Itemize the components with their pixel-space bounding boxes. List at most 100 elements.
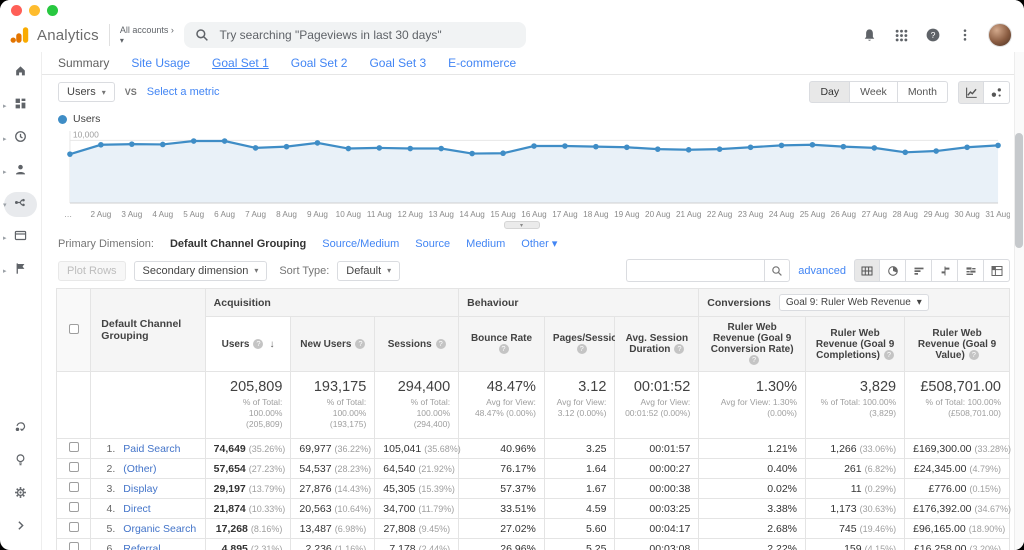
sidebar-item-realtime[interactable]: ▸ <box>0 122 41 155</box>
percentage-view-icon[interactable] <box>880 259 906 282</box>
expand-arrow-icon[interactable]: ▾ <box>3 201 7 209</box>
help-badge-icon[interactable]: ? <box>577 344 587 354</box>
dimension-column-header[interactable]: Default Channel Grouping <box>91 289 205 372</box>
help-badge-icon[interactable]: ? <box>749 355 759 365</box>
sidebar-item-collapse[interactable] <box>0 511 41 544</box>
row-checkbox[interactable] <box>69 542 79 550</box>
granularity-week-button[interactable]: Week <box>850 81 898 103</box>
granularity-month-button[interactable]: Month <box>898 81 948 103</box>
sessions-cell: 27,808(9.45%) <box>375 519 459 539</box>
account-switcher[interactable]: All accounts › ▾ <box>120 25 174 45</box>
column-header-session-duration[interactable]: Avg. Session Duration? <box>615 317 699 372</box>
column-header-new-users[interactable]: New Users? <box>291 317 375 372</box>
tab-goal-set-2[interactable]: Goal Set 2 <box>291 56 348 70</box>
goal-selector-dropdown[interactable]: Goal 9: Ruler Web Revenue ▾ <box>779 294 929 311</box>
row-checkbox[interactable] <box>69 462 79 472</box>
select-metric-link[interactable]: Select a metric <box>147 86 220 98</box>
expand-arrow-icon[interactable]: ▸ <box>3 135 7 143</box>
dimension-option-medium[interactable]: Medium <box>466 238 505 250</box>
global-search[interactable] <box>184 22 526 48</box>
term-cloud-view-icon[interactable] <box>958 259 984 282</box>
select-all-checkbox[interactable] <box>69 324 79 334</box>
line-chart-view-icon[interactable] <box>958 81 984 104</box>
realtime-icon <box>14 130 27 148</box>
avatar[interactable] <box>988 23 1012 47</box>
dimension-option-default-channel-grouping[interactable]: Default Channel Grouping <box>170 238 306 250</box>
column-header-users[interactable]: Users?↓ <box>205 317 291 372</box>
column-header-goal-value[interactable]: Ruler Web Revenue (Goal 9 Value)? <box>905 317 1010 372</box>
notifications-icon[interactable] <box>860 26 878 44</box>
column-header-pages-session[interactable]: Pages/Session? <box>544 317 615 372</box>
search-input[interactable] <box>219 28 515 42</box>
sidebar-item-admin[interactable] <box>0 478 41 511</box>
advanced-search-link[interactable]: advanced <box>798 265 846 277</box>
channel-link[interactable]: (Other) <box>123 463 156 475</box>
help-badge-icon[interactable]: ? <box>674 344 684 354</box>
sidebar-item-discover[interactable] <box>0 445 41 478</box>
column-header-sessions[interactable]: Sessions? <box>375 317 459 372</box>
sidebar-item-customization[interactable]: ▸ <box>0 89 41 122</box>
column-header-bounce-rate[interactable]: Bounce Rate? <box>459 317 545 372</box>
users-chart[interactable]: 5,00010,000…2 Aug3 Aug4 Aug5 Aug6 Aug7 A… <box>58 127 1010 225</box>
expand-arrow-icon[interactable]: ▸ <box>3 102 7 110</box>
zoom-window-button[interactable] <box>47 5 58 16</box>
tab-summary[interactable]: Summary <box>58 56 109 70</box>
help-badge-icon[interactable]: ? <box>499 344 509 354</box>
column-header-conversion-rate[interactable]: Ruler Web Revenue (Goal 9 Conversion Rat… <box>699 317 806 372</box>
row-checkbox[interactable] <box>69 522 79 532</box>
channel-link[interactable]: Paid Search <box>123 443 180 455</box>
sidebar-item-home[interactable] <box>0 56 41 89</box>
row-checkbox[interactable] <box>69 502 79 512</box>
sidebar-item-behaviour[interactable]: ▸ <box>0 221 41 254</box>
table-view-icon[interactable] <box>854 259 880 282</box>
sort-type-dropdown[interactable]: Default ▾ <box>337 261 400 281</box>
expand-arrow-icon[interactable]: ▸ <box>3 234 7 242</box>
close-window-button[interactable] <box>11 5 22 16</box>
tab-site-usage[interactable]: Site Usage <box>131 56 190 70</box>
more-icon[interactable] <box>956 26 974 44</box>
sidebar-item-conversions[interactable]: ▸ <box>0 254 41 287</box>
motion-chart-view-icon[interactable] <box>984 81 1010 104</box>
sidebar-item-acquisition[interactable]: ▾ <box>0 188 41 221</box>
pivot-view-icon[interactable] <box>984 259 1010 282</box>
analytics-logo[interactable]: Analytics <box>10 25 99 45</box>
tab-goal-set-3[interactable]: Goal Set 3 <box>369 56 426 70</box>
expand-arrow-icon[interactable]: ▸ <box>3 267 7 275</box>
dimension-option-source[interactable]: Source <box>415 238 450 250</box>
channel-link[interactable]: Referral <box>123 543 160 550</box>
table-search-input[interactable] <box>626 259 764 282</box>
column-header-completions[interactable]: Ruler Web Revenue (Goal 9 Completions)? <box>806 317 905 372</box>
table-search-button[interactable] <box>764 259 790 282</box>
channel-link[interactable]: Organic Search <box>123 523 196 535</box>
help-badge-icon[interactable]: ? <box>436 339 446 349</box>
tab-e-commerce[interactable]: E-commerce <box>448 56 516 70</box>
help-badge-icon[interactable]: ? <box>884 350 894 360</box>
sort-desc-icon: ↓ <box>269 339 274 350</box>
help-badge-icon[interactable]: ? <box>355 339 365 349</box>
chart-range-slider[interactable]: ▾ <box>504 221 540 229</box>
expand-arrow-icon[interactable]: ▸ <box>3 168 7 176</box>
row-checkbox[interactable] <box>69 482 79 492</box>
comparison-view-icon[interactable] <box>932 259 958 282</box>
sidebar-item-attribution[interactable] <box>0 412 41 445</box>
help-badge-icon[interactable]: ? <box>969 350 979 360</box>
channel-link[interactable]: Display <box>123 483 157 495</box>
vertical-scrollbar-track[interactable] <box>1014 52 1024 550</box>
minimize-window-button[interactable] <box>29 5 40 16</box>
dimension-option-other[interactable]: Other ▾ <box>521 237 557 250</box>
apps-grid-icon[interactable] <box>892 26 910 44</box>
channel-link[interactable]: Direct <box>123 503 150 515</box>
row-checkbox[interactable] <box>69 442 79 452</box>
help-badge-icon[interactable]: ? <box>253 339 263 349</box>
granularity-day-button[interactable]: Day <box>809 81 850 103</box>
primary-dimension-label: Primary Dimension: <box>58 238 154 250</box>
help-icon[interactable]: ? <box>924 26 942 44</box>
vertical-scrollbar-thumb[interactable] <box>1015 133 1023 248</box>
secondary-dimension-dropdown[interactable]: Secondary dimension ▾ <box>134 261 268 281</box>
metric-selector-dropdown[interactable]: Users ▾ <box>58 82 115 102</box>
performance-view-icon[interactable] <box>906 259 932 282</box>
plot-rows-button[interactable]: Plot Rows <box>58 261 126 281</box>
tab-goal-set-1[interactable]: Goal Set 1 <box>212 56 269 70</box>
dimension-option-source-medium[interactable]: Source/Medium <box>322 238 399 250</box>
sidebar-item-audience[interactable]: ▸ <box>0 155 41 188</box>
